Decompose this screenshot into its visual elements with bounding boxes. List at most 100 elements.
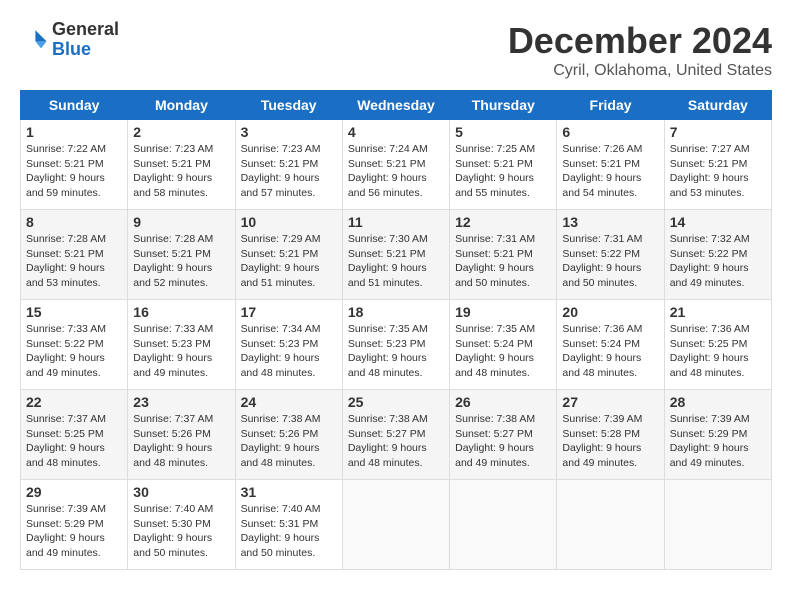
day-cell-17: 17 Sunrise: 7:34 AM Sunset: 5:23 PM Dayli… (235, 300, 342, 390)
day-cell-11: 11 Sunrise: 7:30 AM Sunset: 5:21 PM Dayli… (342, 210, 449, 300)
day-number: 6 (562, 124, 658, 140)
day-cell-21: 21 Sunrise: 7:36 AM Sunset: 5:25 PM Dayli… (664, 300, 771, 390)
day-number: 3 (241, 124, 337, 140)
header-day-monday: Monday (128, 91, 235, 120)
day-info: Sunrise: 7:35 AM Sunset: 5:24 PM Dayligh… (455, 322, 551, 381)
day-number: 22 (26, 394, 122, 410)
day-cell-8: 8 Sunrise: 7:28 AM Sunset: 5:21 PM Daylig… (21, 210, 128, 300)
day-info: Sunrise: 7:35 AM Sunset: 5:23 PM Dayligh… (348, 322, 444, 381)
day-info: Sunrise: 7:37 AM Sunset: 5:25 PM Dayligh… (26, 412, 122, 471)
day-number: 9 (133, 214, 229, 230)
day-info: Sunrise: 7:38 AM Sunset: 5:27 PM Dayligh… (455, 412, 551, 471)
day-cell-18: 18 Sunrise: 7:35 AM Sunset: 5:23 PM Dayli… (342, 300, 449, 390)
day-info: Sunrise: 7:28 AM Sunset: 5:21 PM Dayligh… (26, 232, 122, 291)
day-number: 29 (26, 484, 122, 500)
day-number: 26 (455, 394, 551, 410)
logo: General Blue (20, 20, 119, 60)
day-info: Sunrise: 7:30 AM Sunset: 5:21 PM Dayligh… (348, 232, 444, 291)
day-info: Sunrise: 7:38 AM Sunset: 5:27 PM Dayligh… (348, 412, 444, 471)
header-day-thursday: Thursday (450, 91, 557, 120)
day-info: Sunrise: 7:40 AM Sunset: 5:31 PM Dayligh… (241, 502, 337, 561)
title-area: December 2024 Cyril, Oklahoma, United St… (508, 20, 772, 80)
day-number: 24 (241, 394, 337, 410)
day-cell-13: 13 Sunrise: 7:31 AM Sunset: 5:22 PM Dayli… (557, 210, 664, 300)
day-info: Sunrise: 7:39 AM Sunset: 5:28 PM Dayligh… (562, 412, 658, 471)
day-number: 8 (26, 214, 122, 230)
day-number: 1 (26, 124, 122, 140)
day-info: Sunrise: 7:34 AM Sunset: 5:23 PM Dayligh… (241, 322, 337, 381)
week-row-3: 15 Sunrise: 7:33 AM Sunset: 5:22 PM Dayli… (21, 300, 772, 390)
day-cell-4: 4Sunrise: 7:24 AM Sunset: 5:21 PM Daylig… (342, 120, 449, 210)
header-day-tuesday: Tuesday (235, 91, 342, 120)
logo-icon (20, 26, 48, 54)
day-cell-12: 12 Sunrise: 7:31 AM Sunset: 5:21 PM Dayli… (450, 210, 557, 300)
day-number: 31 (241, 484, 337, 500)
day-info: Sunrise: 7:33 AM Sunset: 5:22 PM Dayligh… (26, 322, 122, 381)
day-number: 19 (455, 304, 551, 320)
empty-cell (450, 480, 557, 570)
day-number: 15 (26, 304, 122, 320)
day-number: 25 (348, 394, 444, 410)
day-info: Sunrise: 7:27 AM Sunset: 5:21 PM Dayligh… (670, 142, 766, 201)
header: General Blue December 2024 Cyril, Oklaho… (20, 20, 772, 80)
day-cell-27: 27Sunrise: 7:39 AM Sunset: 5:28 PM Dayli… (557, 390, 664, 480)
day-number: 5 (455, 124, 551, 140)
day-info: Sunrise: 7:23 AM Sunset: 5:21 PM Dayligh… (241, 142, 337, 201)
day-number: 13 (562, 214, 658, 230)
location-title: Cyril, Oklahoma, United States (508, 62, 772, 80)
day-info: Sunrise: 7:25 AM Sunset: 5:21 PM Dayligh… (455, 142, 551, 201)
header-day-friday: Friday (557, 91, 664, 120)
day-cell-9: 9Sunrise: 7:28 AM Sunset: 5:21 PM Daylig… (128, 210, 235, 300)
day-number: 21 (670, 304, 766, 320)
day-info: Sunrise: 7:31 AM Sunset: 5:21 PM Dayligh… (455, 232, 551, 291)
day-number: 4 (348, 124, 444, 140)
day-number: 30 (133, 484, 229, 500)
day-cell-6: 6Sunrise: 7:26 AM Sunset: 5:21 PM Daylig… (557, 120, 664, 210)
day-cell-26: 26 Sunrise: 7:38 AM Sunset: 5:27 PM Dayli… (450, 390, 557, 480)
calendar-header-row: SundayMondayTuesdayWednesdayThursdayFrid… (21, 91, 772, 120)
day-cell-24: 24 Sunrise: 7:38 AM Sunset: 5:26 PM Dayli… (235, 390, 342, 480)
day-number: 20 (562, 304, 658, 320)
week-row-1: 1Sunrise: 7:22 AM Sunset: 5:21 PM Daylig… (21, 120, 772, 210)
day-info: Sunrise: 7:39 AM Sunset: 5:29 PM Dayligh… (26, 502, 122, 561)
day-cell-19: 19 Sunrise: 7:35 AM Sunset: 5:24 PM Dayli… (450, 300, 557, 390)
day-cell-31: 31 Sunrise: 7:40 AM Sunset: 5:31 PM Dayli… (235, 480, 342, 570)
day-cell-5: 5 Sunrise: 7:25 AM Sunset: 5:21 PM Daylig… (450, 120, 557, 210)
day-info: Sunrise: 7:23 AM Sunset: 5:21 PM Dayligh… (133, 142, 229, 201)
day-cell-23: 23Sunrise: 7:37 AM Sunset: 5:26 PM Dayli… (128, 390, 235, 480)
day-cell-10: 10Sunrise: 7:29 AM Sunset: 5:21 PM Dayli… (235, 210, 342, 300)
day-info: Sunrise: 7:38 AM Sunset: 5:26 PM Dayligh… (241, 412, 337, 471)
day-cell-25: 25 Sunrise: 7:38 AM Sunset: 5:27 PM Dayli… (342, 390, 449, 480)
day-cell-15: 15 Sunrise: 7:33 AM Sunset: 5:22 PM Dayli… (21, 300, 128, 390)
day-cell-29: 29 Sunrise: 7:39 AM Sunset: 5:29 PM Dayli… (21, 480, 128, 570)
day-info: Sunrise: 7:36 AM Sunset: 5:25 PM Dayligh… (670, 322, 766, 381)
day-cell-3: 3 Sunrise: 7:23 AM Sunset: 5:21 PM Daylig… (235, 120, 342, 210)
week-row-5: 29 Sunrise: 7:39 AM Sunset: 5:29 PM Dayli… (21, 480, 772, 570)
header-day-wednesday: Wednesday (342, 91, 449, 120)
day-number: 14 (670, 214, 766, 230)
day-number: 7 (670, 124, 766, 140)
day-cell-28: 28Sunrise: 7:39 AM Sunset: 5:29 PM Dayli… (664, 390, 771, 480)
day-info: Sunrise: 7:39 AM Sunset: 5:29 PM Dayligh… (670, 412, 766, 471)
day-cell-7: 7 Sunrise: 7:27 AM Sunset: 5:21 PM Daylig… (664, 120, 771, 210)
day-info: Sunrise: 7:31 AM Sunset: 5:22 PM Dayligh… (562, 232, 658, 291)
day-cell-30: 30 Sunrise: 7:40 AM Sunset: 5:30 PM Dayli… (128, 480, 235, 570)
day-number: 23 (133, 394, 229, 410)
calendar-table: SundayMondayTuesdayWednesdayThursdayFrid… (20, 90, 772, 570)
day-info: Sunrise: 7:29 AM Sunset: 5:21 PM Dayligh… (241, 232, 337, 291)
day-number: 11 (348, 214, 444, 230)
day-info: Sunrise: 7:33 AM Sunset: 5:23 PM Dayligh… (133, 322, 229, 381)
header-day-sunday: Sunday (21, 91, 128, 120)
day-cell-20: 20Sunrise: 7:36 AM Sunset: 5:24 PM Dayli… (557, 300, 664, 390)
day-number: 16 (133, 304, 229, 320)
empty-cell (664, 480, 771, 570)
day-number: 18 (348, 304, 444, 320)
day-info: Sunrise: 7:40 AM Sunset: 5:30 PM Dayligh… (133, 502, 229, 561)
empty-cell (342, 480, 449, 570)
empty-cell (557, 480, 664, 570)
day-number: 12 (455, 214, 551, 230)
day-cell-1: 1Sunrise: 7:22 AM Sunset: 5:21 PM Daylig… (21, 120, 128, 210)
day-info: Sunrise: 7:32 AM Sunset: 5:22 PM Dayligh… (670, 232, 766, 291)
week-row-2: 8 Sunrise: 7:28 AM Sunset: 5:21 PM Daylig… (21, 210, 772, 300)
day-number: 17 (241, 304, 337, 320)
